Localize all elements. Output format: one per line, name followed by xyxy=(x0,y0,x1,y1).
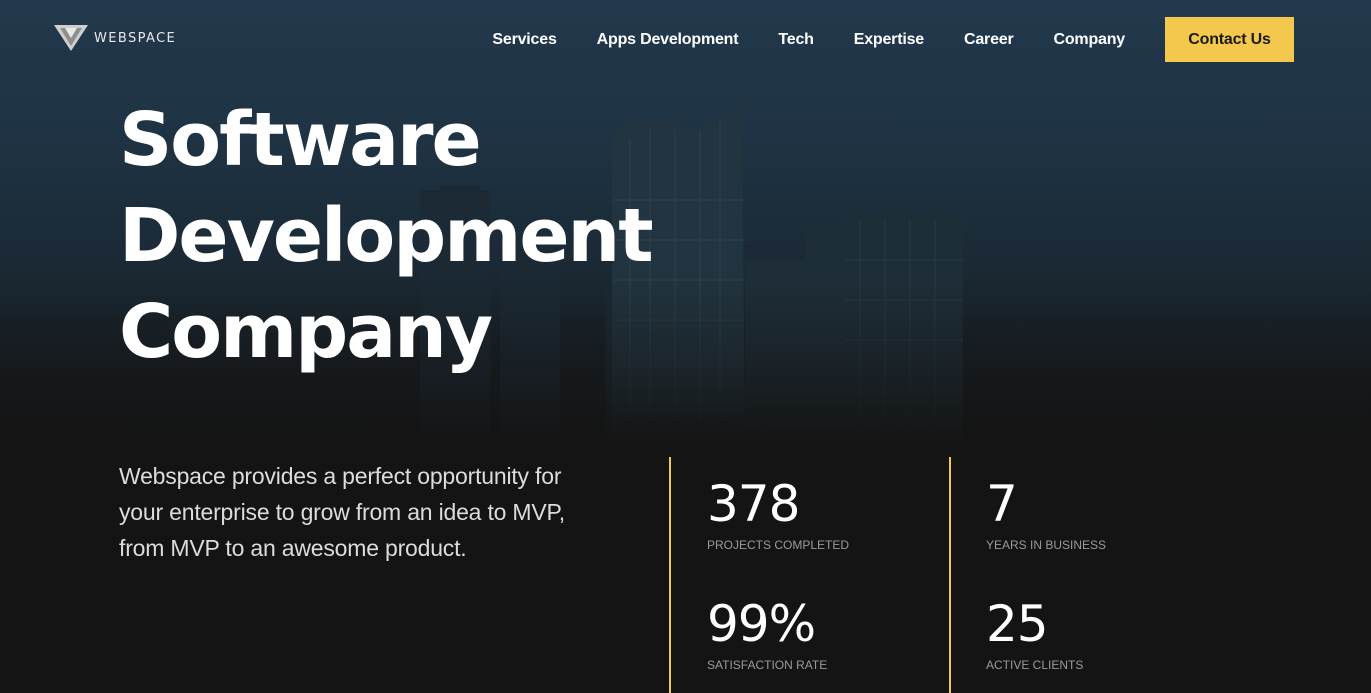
hero-title-line: Software xyxy=(119,97,482,183)
stats-divider xyxy=(669,457,671,693)
stat-years-in-business: 7 YEARS IN BUSINESS xyxy=(986,476,1106,552)
stat-active-clients: 25 ACTIVE CLIENTS xyxy=(986,596,1083,672)
brand-name: WEBSPACE xyxy=(94,31,177,46)
site-logo[interactable]: WEBSPACE xyxy=(54,25,176,51)
hero-title-line: Development xyxy=(119,193,654,279)
nav-item-career[interactable]: Career xyxy=(964,29,1014,51)
stat-label: PROJECTS COMPLETED xyxy=(707,538,850,552)
hero-description: Webspace provides a perfect opportunity … xyxy=(119,463,565,561)
nav-item-apps-development[interactable]: Apps Development xyxy=(597,29,739,51)
nav-item-company[interactable]: Company xyxy=(1054,29,1126,51)
stat-label: YEARS IN BUSINESS xyxy=(986,538,1107,552)
stat-value: 7 xyxy=(986,475,1018,533)
stat-value: 378 xyxy=(707,475,800,533)
stats-divider xyxy=(949,457,951,693)
nav-item-services[interactable]: Services xyxy=(492,29,556,51)
stat-satisfaction-rate: 99% SATISFACTION RATE xyxy=(707,596,827,672)
stat-value: 99% xyxy=(707,595,816,653)
triangle-logo-icon xyxy=(54,25,88,51)
main-navigation: Services Apps Development Tech Expertise… xyxy=(492,29,1125,51)
nav-item-tech[interactable]: Tech xyxy=(778,29,814,51)
stat-projects-completed: 378 PROJECTS COMPLETED xyxy=(707,476,849,552)
stat-label: SATISFACTION RATE xyxy=(707,658,828,672)
stat-label: ACTIVE CLIENTS xyxy=(986,658,1084,672)
contact-us-button[interactable]: Contact Us xyxy=(1165,17,1294,62)
hero-title-line: Company xyxy=(119,289,493,375)
hero-title: Software Development Company xyxy=(119,92,654,380)
nav-item-expertise[interactable]: Expertise xyxy=(854,29,924,51)
stat-value: 25 xyxy=(986,595,1049,653)
